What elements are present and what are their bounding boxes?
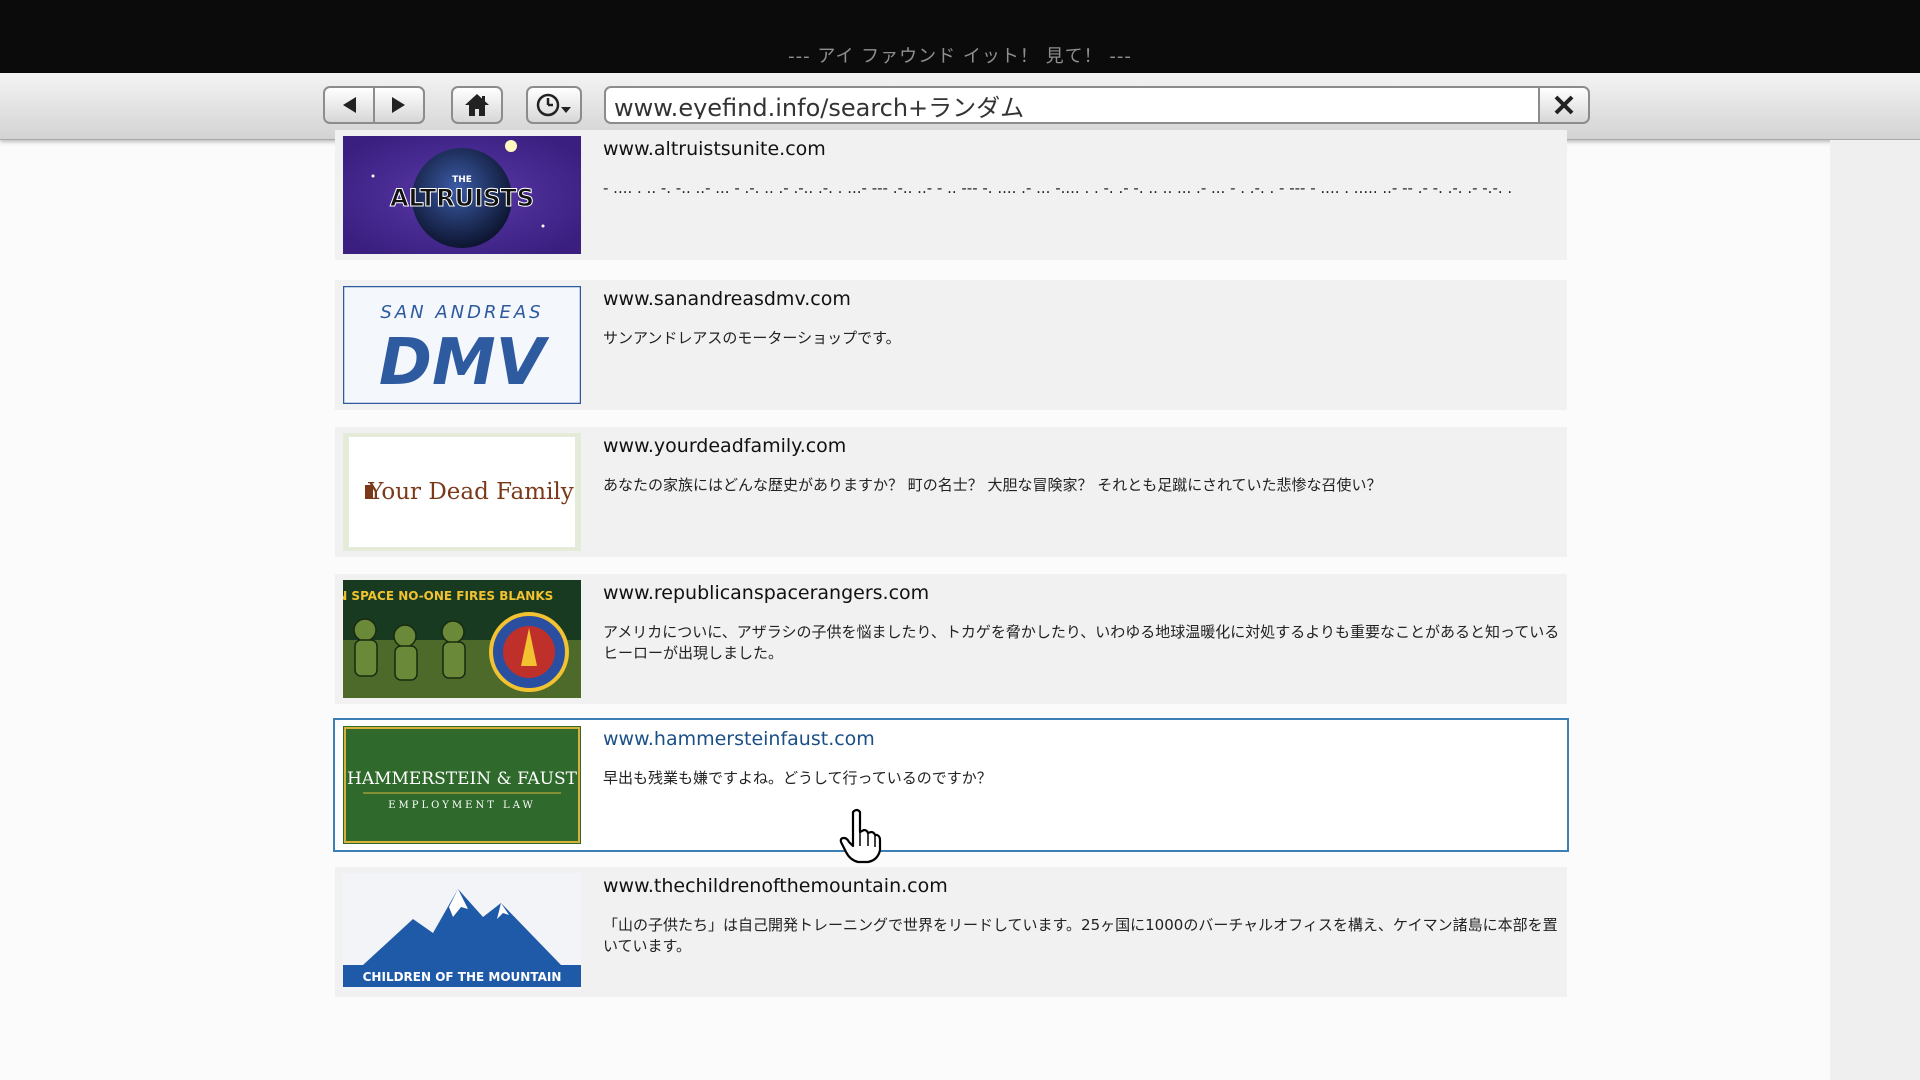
result-title-link[interactable]: www.republicanspacerangers.com bbox=[603, 582, 929, 604]
result-thumbnail[interactable]: CHILDREN OF THE MOUNTAIN bbox=[343, 873, 581, 991]
window-titlebar: --- アイ ファウンド イット！ 見て！ --- bbox=[0, 0, 1920, 73]
back-arrow-icon bbox=[343, 97, 356, 113]
forward-button[interactable] bbox=[373, 88, 423, 122]
back-button[interactable] bbox=[325, 88, 373, 122]
result-thumbnail[interactable]: Your Dead Family bbox=[343, 433, 581, 551]
logo-text: Your Dead Family bbox=[367, 479, 574, 505]
search-result[interactable]: SAN ANDREAS DMV www.sanandreasdmv.com サン… bbox=[335, 280, 1567, 410]
result-description: 早出も残業も嫌ですよね。どうして行っているのですか？ bbox=[603, 769, 992, 787]
logo-text: IN SPACE NO-ONE FIRES BLANKS bbox=[343, 589, 553, 603]
result-thumbnail[interactable]: HAMMERSTEIN & FAUST EMPLOYMENT LAW bbox=[343, 726, 581, 844]
search-result[interactable]: IN SPACE NO-ONE FIRES BLANKS www.republi… bbox=[335, 574, 1567, 704]
result-description: 「山の子供たち」は自己開発トレーニングで世界をリードしています。25ヶ国に100… bbox=[603, 916, 1558, 955]
logo-text: DMV bbox=[379, 326, 550, 400]
result-title-link[interactable]: www.yourdeadfamily.com bbox=[603, 435, 846, 457]
forward-arrow-icon bbox=[392, 97, 405, 113]
history-button[interactable] bbox=[526, 86, 582, 124]
logo-text: CHILDREN OF THE MOUNTAIN bbox=[363, 970, 562, 984]
logo-text: SAN ANDREAS bbox=[380, 302, 543, 323]
result-description: あなたの家族にはどんな歴史がありますか？ 町の名士？ 大胆な冒険家？ それとも足… bbox=[603, 476, 1382, 494]
result-title-link[interactable]: www.altruistsunite.com bbox=[603, 138, 826, 160]
close-button[interactable] bbox=[1538, 86, 1590, 124]
window-title: --- アイ ファウンド イット！ 見て！ --- bbox=[788, 46, 1132, 67]
result-description: - .... . .. -. -.. ..- ... - .-. .. .- .… bbox=[603, 179, 1513, 197]
close-x-icon bbox=[1554, 95, 1574, 115]
logo-text: EMPLOYMENT LAW bbox=[388, 800, 536, 811]
history-clock-icon bbox=[536, 93, 571, 117]
page-side-margin bbox=[1830, 140, 1920, 1080]
result-thumbnail[interactable]: SAN ANDREAS DMV bbox=[343, 286, 581, 404]
result-title-link[interactable]: www.thechildrenofthemountain.com bbox=[603, 875, 948, 897]
search-result[interactable]: CHILDREN OF THE MOUNTAIN www.thechildren… bbox=[335, 867, 1567, 997]
home-icon bbox=[465, 94, 489, 116]
result-thumbnail[interactable]: THE ALTRUISTS bbox=[343, 136, 581, 254]
result-description: アメリカについに、アザラシの子供を悩ましたり、トカゲを脅かしたり、いわゆる地球温… bbox=[603, 623, 1560, 662]
result-thumbnail[interactable]: IN SPACE NO-ONE FIRES BLANKS bbox=[343, 580, 581, 698]
result-description: サンアンドレアスのモーターショップです。 bbox=[603, 329, 901, 347]
result-title-link[interactable]: www.hammersteinfaust.com bbox=[603, 728, 875, 750]
home-button[interactable] bbox=[451, 86, 503, 124]
url-input[interactable] bbox=[614, 91, 1538, 119]
search-result-hovered[interactable]: HAMMERSTEIN & FAUST EMPLOYMENT LAW www.h… bbox=[333, 718, 1569, 852]
nav-button-group bbox=[323, 86, 425, 124]
hand-pointer-cursor-icon bbox=[839, 808, 882, 864]
search-result[interactable]: Your Dead Family www.yourdeadfamily.com … bbox=[335, 427, 1567, 557]
logo-text: ALTRUISTS bbox=[390, 184, 534, 212]
result-title-link[interactable]: www.sanandreasdmv.com bbox=[603, 288, 851, 310]
search-result[interactable]: THE ALTRUISTS www.altruistsunite.com - .… bbox=[335, 130, 1567, 260]
address-bar[interactable] bbox=[604, 86, 1540, 124]
logo-text: HAMMERSTEIN & FAUST bbox=[347, 769, 578, 789]
